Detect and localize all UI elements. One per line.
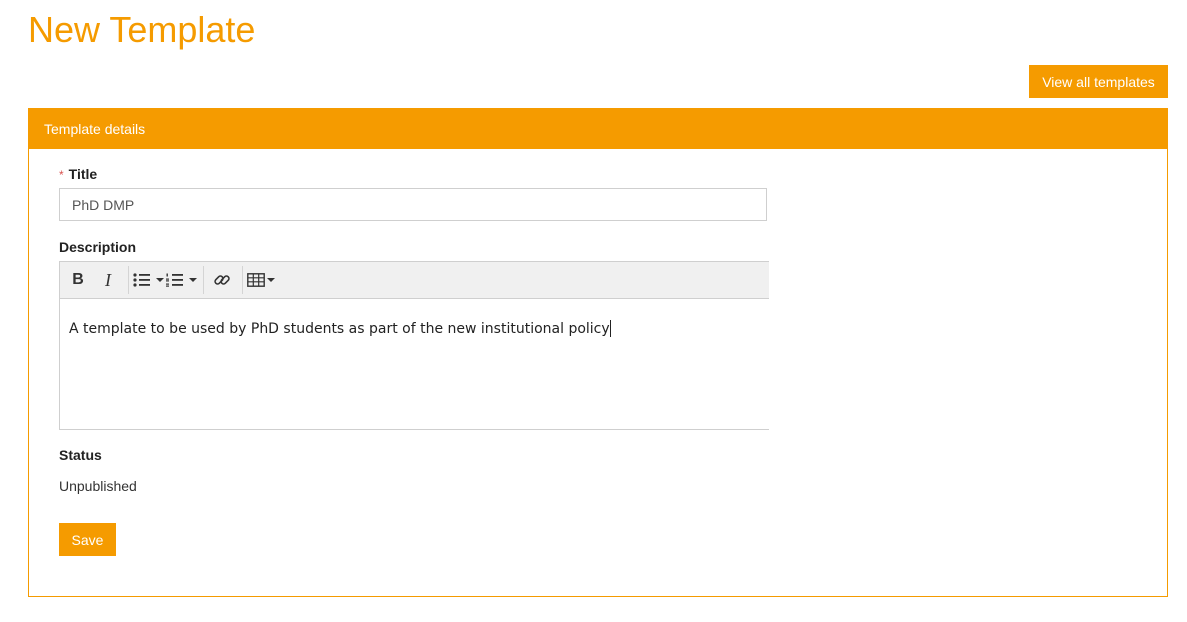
- toolbar-divider: [203, 266, 204, 294]
- italic-button[interactable]: I: [94, 266, 122, 294]
- numbered-list-button[interactable]: [166, 266, 197, 294]
- description-editor: B I A template to be used by PhD student…: [59, 261, 769, 430]
- chevron-down-icon: [189, 278, 197, 282]
- page-title: New Template: [28, 9, 256, 50]
- link-icon: [214, 275, 230, 285]
- title-label-text: Title: [68, 166, 98, 182]
- italic-icon: I: [105, 269, 111, 290]
- chevron-down-icon: [267, 278, 275, 282]
- title-input[interactable]: [59, 188, 767, 221]
- toolbar-divider: [242, 266, 243, 294]
- required-marker: *: [59, 168, 64, 182]
- toolbar-divider: [128, 266, 129, 294]
- table-icon: [247, 273, 265, 287]
- view-all-templates-button[interactable]: View all templates: [1029, 65, 1168, 98]
- bold-button[interactable]: B: [64, 266, 92, 294]
- link-button[interactable]: [208, 266, 236, 294]
- editor-toolbar: B I: [60, 262, 769, 299]
- numbered-list-icon: [166, 273, 183, 287]
- bullet-list-button[interactable]: [133, 266, 164, 294]
- description-textarea[interactable]: A template to be used by PhD students as…: [60, 299, 769, 338]
- bold-icon: B: [72, 271, 84, 288]
- text-cursor: [609, 320, 611, 337]
- panel-heading: Template details: [29, 109, 1167, 149]
- status-label: Status: [59, 447, 102, 463]
- description-text: A template to be used by PhD students as…: [69, 321, 610, 337]
- table-button[interactable]: [247, 266, 275, 294]
- bullet-list-icon: [133, 273, 150, 287]
- chevron-down-icon: [156, 278, 164, 282]
- save-button[interactable]: Save: [59, 523, 116, 556]
- status-value: Unpublished: [59, 478, 137, 494]
- title-label: * Title: [59, 166, 97, 182]
- template-details-panel: Template details * Title Description B I: [28, 108, 1168, 597]
- description-label: Description: [59, 239, 137, 255]
